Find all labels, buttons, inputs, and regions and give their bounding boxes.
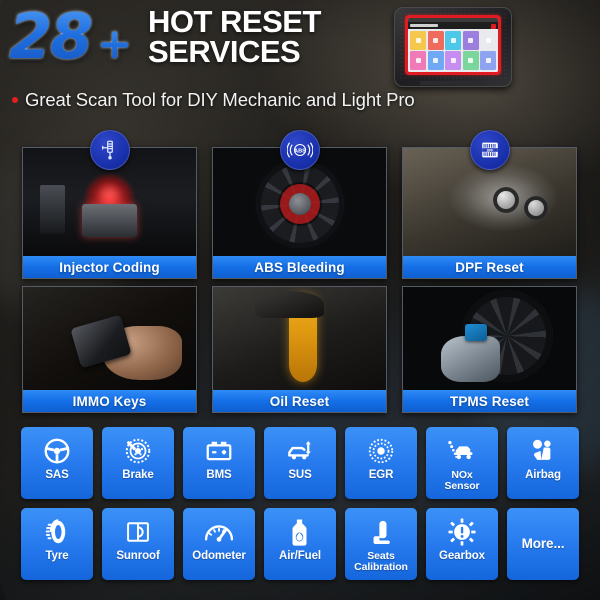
tablet-app-tile <box>445 51 461 70</box>
tile-label: NOx Sensor <box>444 469 480 493</box>
tile-label: Seats Calibration <box>354 550 408 574</box>
feature-card[interactable]: ABS ABS Bleeding <box>212 130 387 279</box>
dpf-icon: DPF <box>469 130 510 170</box>
suspension-car-icon <box>283 436 317 466</box>
brake-disc-icon <box>121 436 155 466</box>
sunroof-icon <box>121 517 155 547</box>
card-label: IMMO Keys <box>23 390 196 412</box>
page-title: HOT RESET SERVICES <box>148 6 398 70</box>
tile-bms[interactable]: BMS <box>183 427 255 499</box>
car-seat-icon <box>364 517 398 547</box>
header: 28 + HOT RESET SERVICES <box>0 0 600 87</box>
tile-label: Odometer <box>192 550 246 562</box>
card-label: ABS Bleeding <box>213 256 386 278</box>
tile-air-fuel[interactable]: Air/Fuel <box>264 508 336 580</box>
tablet-app-tile <box>427 31 444 50</box>
tile-nox-sensor[interactable]: NOx Sensor <box>426 427 498 499</box>
tile-sunroof[interactable]: Sunroof <box>102 508 174 580</box>
svg-text:DPF: DPF <box>486 148 493 152</box>
card-label: TPMS Reset <box>403 390 576 412</box>
tablet-app-tile <box>480 31 496 50</box>
abs-icon: ABS <box>279 130 320 170</box>
card-label: Oil Reset <box>213 390 386 412</box>
tagline: Great Scan Tool for DIY Mechanic and Lig… <box>12 89 415 111</box>
fuel-bottle-icon <box>283 517 317 547</box>
tile-brake[interactable]: Brake <box>102 427 174 499</box>
tile-gearbox[interactable]: Gearbox <box>426 508 498 580</box>
tablet-bezel <box>405 15 501 75</box>
gear-warning-icon <box>445 517 479 547</box>
service-count-plus: + <box>97 19 133 68</box>
injector-icon <box>89 130 130 170</box>
tile-label: BMS <box>206 469 232 481</box>
tyre-icon <box>40 517 74 547</box>
tablet-app-tile <box>410 51 426 70</box>
egr-valve-icon <box>364 436 398 466</box>
promo-banner: 28 + HOT RESET SERVICES Great Scan Tool … <box>0 0 600 600</box>
card-photo <box>213 287 386 390</box>
tile-sus[interactable]: SUS <box>264 427 336 499</box>
scan-tool-tablet <box>394 7 512 87</box>
tagline-text: Great Scan Tool for DIY Mechanic and Lig… <box>25 89 415 110</box>
tile-sas[interactable]: SAS <box>21 427 93 499</box>
tablet-app-tile <box>462 31 479 50</box>
bullet-dot-icon <box>12 97 18 104</box>
title-line-2: SERVICES <box>148 34 301 70</box>
tile-label: More... <box>521 536 565 552</box>
tile-label: Tyre <box>45 550 69 562</box>
feature-card[interactable]: Oil Reset <box>212 286 387 413</box>
tile-tyre[interactable]: Tyre <box>21 508 93 580</box>
tile-label: Airbag <box>525 469 561 481</box>
tablet-app-tile <box>462 51 479 70</box>
steering-wheel-icon <box>40 436 74 466</box>
tile-label: Sunroof <box>116 550 160 562</box>
feature-card[interactable]: TPMS Reset <box>402 286 577 413</box>
tile-airbag[interactable]: Airbag <box>507 427 579 499</box>
battery-icon <box>202 436 236 466</box>
tablet-app-grid <box>408 29 498 72</box>
tile-label: Air/Fuel <box>278 550 321 562</box>
tile-label: Gearbox <box>439 550 485 562</box>
tile-label: SAS <box>45 469 69 481</box>
odometer-icon <box>202 517 236 547</box>
tablet-screen <box>408 18 498 72</box>
nox-sensor-icon <box>445 436 479 466</box>
tablet-chin <box>420 81 486 85</box>
tile-label: EGR <box>368 469 394 481</box>
tile-odometer[interactable]: Odometer <box>183 508 255 580</box>
airbag-icon <box>526 436 560 466</box>
tablet-app-tile <box>410 31 426 50</box>
feature-card[interactable]: IMMO Keys <box>22 286 197 413</box>
tablet-app-tile <box>445 31 461 50</box>
feature-card[interactable]: DPF DPF Reset <box>402 130 577 279</box>
tile-label: SUS <box>288 469 312 481</box>
tablet-title-bar <box>408 22 498 29</box>
tile-more[interactable]: More... <box>507 508 579 580</box>
card-photo <box>23 287 196 390</box>
tablet-app-tile <box>480 51 496 70</box>
svg-text:ABS: ABS <box>294 149 306 155</box>
tablet-app-tile <box>427 51 444 70</box>
tile-egr[interactable]: EGR <box>345 427 417 499</box>
feature-card[interactable]: Injector Coding <box>22 130 197 279</box>
service-count-number: 28 <box>9 0 93 73</box>
card-label: DPF Reset <box>403 256 576 278</box>
card-label: Injector Coding <box>23 256 196 278</box>
card-photo <box>403 287 576 390</box>
tile-seats-calibration[interactable]: Seats Calibration <box>345 508 417 580</box>
tile-label: Brake <box>122 469 154 481</box>
